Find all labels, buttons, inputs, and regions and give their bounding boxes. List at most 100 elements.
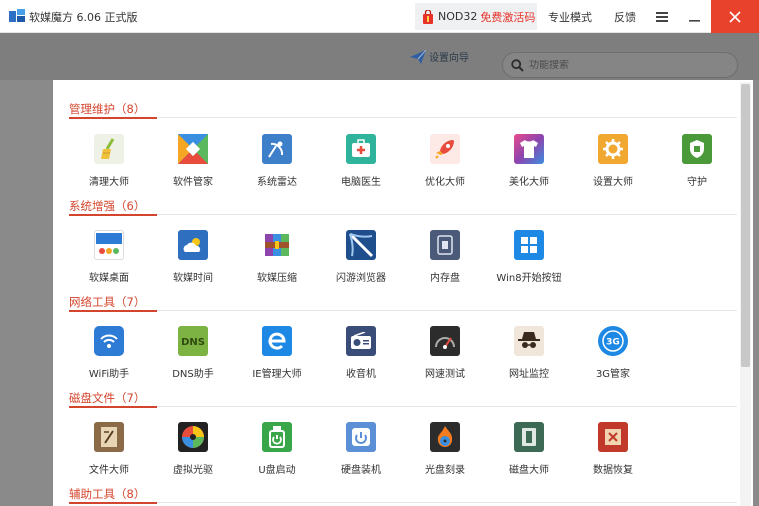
tool-win8-start[interactable]: Win8开始按钮 (487, 230, 571, 288)
nod32-promo-button[interactable]: NOD32 免费激活码 (415, 3, 537, 30)
minimize-button[interactable] (678, 3, 710, 30)
tool-data-recovery[interactable]: 数据恢复 (571, 422, 655, 480)
tool-label: 网址监控 (509, 369, 549, 380)
tool-usb-boot[interactable]: U盘启动 (235, 422, 319, 480)
tool-label: 收音机 (346, 369, 376, 380)
tool-compress[interactable]: 软媒压缩 (235, 230, 319, 288)
tool-radio[interactable]: 收音机 (319, 326, 403, 384)
tool-label: 虚拟光驱 (173, 465, 213, 476)
archive-icon (262, 230, 292, 260)
tool-label: 3G管家 (595, 369, 631, 380)
svg-text:DNS: DNS (181, 337, 205, 348)
usb-icon (262, 422, 292, 452)
scrollbar-thumb[interactable] (741, 84, 750, 367)
pro-mode-button[interactable]: 专业模式 (539, 3, 601, 30)
feedback-button[interactable]: 反馈 (605, 3, 645, 30)
ie-icon (262, 326, 292, 356)
section-divider (157, 406, 737, 407)
tool-software-manager[interactable]: 软件管家 (151, 134, 235, 192)
section-divider (157, 502, 737, 503)
tool-pc-doctor[interactable]: 电脑医生 (319, 134, 403, 192)
tool-url-monitor[interactable]: 网址监控 (487, 326, 571, 384)
dns-icon: DNS (178, 326, 208, 356)
tool-label: 优化大师 (425, 177, 465, 188)
section-underline (69, 406, 157, 408)
section-underline (69, 117, 157, 119)
tool-virtual-drive[interactable]: 虚拟光驱 (151, 422, 235, 480)
tool-guard[interactable]: 守护 (655, 134, 739, 192)
box-icon (178, 134, 208, 164)
tool-label: 网速测试 (425, 369, 465, 380)
tool-3g-manager[interactable]: 3G 3G管家 (571, 326, 655, 384)
setup-guide-button[interactable]: 设置向导 (410, 49, 469, 64)
tool-label: 磁盘大师 (509, 465, 549, 476)
tool-file-master[interactable]: 文件大师 (67, 422, 151, 480)
tool-label: 光盘刻录 (425, 465, 465, 476)
tool-wifi[interactable]: WiFi助手 (67, 326, 151, 384)
tool-label: 系统雷达 (257, 177, 297, 188)
close-icon (729, 10, 741, 23)
tool-label: 软媒桌面 (89, 273, 129, 284)
tool-beautify[interactable]: 美化大师 (487, 134, 571, 192)
minimize-icon (688, 19, 700, 22)
browser-icon (346, 230, 376, 260)
tool-disc-burn[interactable]: 光盘刻录 (403, 422, 487, 480)
section-header-disk: 磁盘文件（7） (69, 391, 146, 405)
tool-disk-master[interactable]: 磁盘大师 (487, 422, 571, 480)
tool-ie-manager[interactable]: IE管理大师 (235, 326, 319, 384)
desktop-icon (94, 230, 124, 260)
tool-system-radar[interactable]: 系统雷达 (235, 134, 319, 192)
tshirt-icon (514, 134, 544, 164)
tool-label: WiFi助手 (88, 369, 130, 380)
tool-time[interactable]: 软媒时间 (151, 230, 235, 288)
section-divider (157, 310, 737, 311)
tool-desktop[interactable]: 软媒桌面 (67, 230, 151, 288)
tool-settings-master[interactable]: 设置大师 (571, 134, 655, 192)
gift-bag-icon (423, 9, 433, 24)
tool-dns[interactable]: DNS DNS助手 (151, 326, 235, 384)
tool-label: 硬盘装机 (341, 465, 381, 476)
search-icon (511, 58, 524, 72)
radar-icon (262, 134, 292, 164)
tool-optimizer[interactable]: 优化大师 (403, 134, 487, 192)
section-header-maintenance: 管理维护（8） (69, 102, 146, 116)
disc-icon (178, 422, 208, 452)
radio-icon (346, 326, 376, 356)
speedometer-icon (430, 326, 460, 356)
section-divider (157, 214, 737, 215)
shield-icon (682, 134, 712, 164)
tool-label: U盘启动 (258, 465, 296, 476)
tool-cleaner[interactable]: 清理大师 (67, 134, 151, 192)
tool-label: 美化大师 (509, 177, 549, 188)
tool-label: 内存盘 (430, 273, 460, 284)
recover-icon (598, 422, 628, 452)
tool-label: 软件管家 (173, 177, 213, 188)
file-icon (94, 422, 124, 452)
weather-icon (178, 230, 208, 260)
chip-icon (430, 230, 460, 260)
gear-icon (598, 134, 628, 164)
tool-label: 数据恢复 (593, 465, 633, 476)
burn-icon (430, 422, 460, 452)
tool-browser[interactable]: 闪游浏览器 (319, 230, 403, 288)
hamburger-icon (656, 11, 668, 22)
title-bar: 软媒魔方 6.06 正式版 NOD32 免费激活码 专业模式 反馈 (0, 0, 759, 33)
section-header-network: 网络工具（7） (69, 295, 146, 309)
menu-button[interactable] (648, 3, 676, 30)
medkit-icon (346, 134, 376, 164)
tool-hdd-install[interactable]: 硬盘装机 (319, 422, 403, 480)
function-search[interactable] (502, 52, 738, 78)
broom-icon (94, 134, 124, 164)
close-button[interactable] (711, 0, 759, 33)
rocket-icon (430, 134, 460, 164)
tool-speed-test[interactable]: 网速测试 (403, 326, 487, 384)
tool-label: 守护 (687, 177, 707, 188)
section-divider (157, 117, 737, 118)
tool-ramdisk[interactable]: 内存盘 (403, 230, 487, 288)
section-underline (69, 310, 157, 312)
app-title: 软媒魔方 6.06 正式版 (29, 11, 138, 24)
tool-label: 设置大师 (593, 177, 633, 188)
harddisk-icon (346, 422, 376, 452)
search-input[interactable] (529, 59, 719, 71)
tool-label: 软媒压缩 (257, 273, 297, 284)
